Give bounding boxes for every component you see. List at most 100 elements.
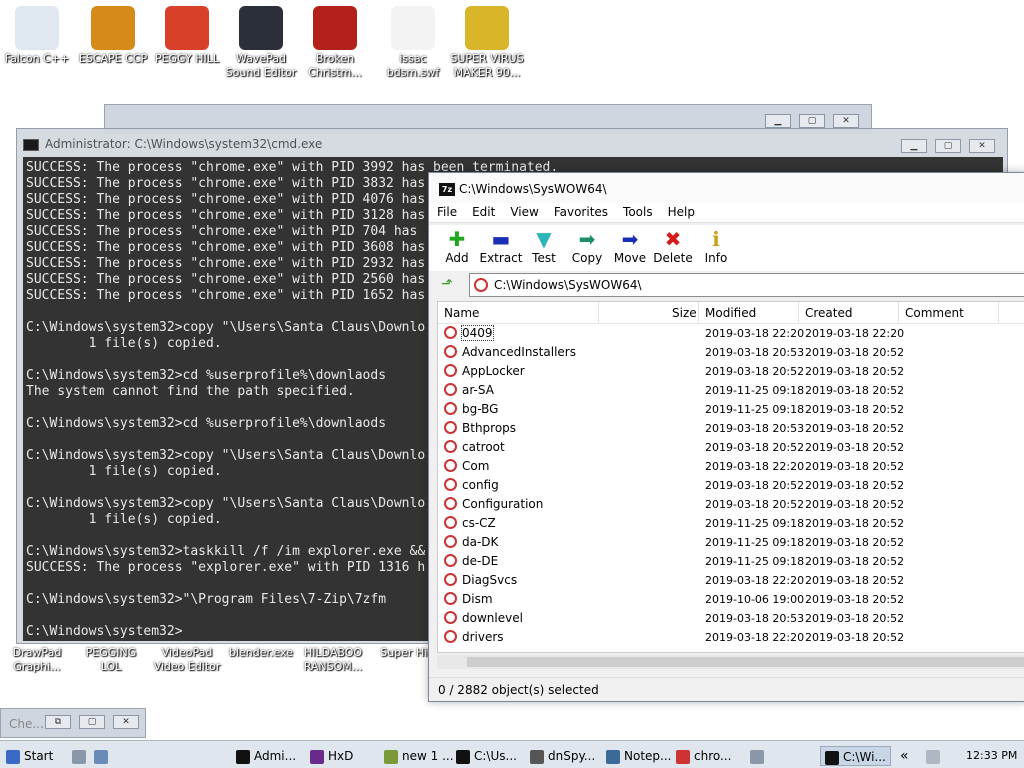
7zip-window[interactable]: 7z C:\Windows\SysWOW64\ File Edit View Favo…	[428, 172, 1024, 702]
start-icon	[6, 749, 20, 764]
file-created: 2019-03-18 20:52	[805, 631, 905, 644]
tool-extract-button[interactable]: ▬ Extract	[479, 227, 523, 265]
desktop-icon[interactable]: PEGGY HILL	[150, 6, 224, 66]
file-modified: 2019-03-18 20:52	[705, 498, 805, 511]
7zip-titlebar[interactable]: 7z C:\Windows\SysWOW64\	[429, 173, 1024, 203]
menu-edit[interactable]: Edit	[464, 203, 502, 219]
file-list[interactable]: Name Size Modified Created Comment 0409 2…	[437, 301, 1024, 653]
menu-file[interactable]: File	[429, 203, 464, 219]
minimized-window[interactable]: Che... ⧉ ▢ ✕	[0, 708, 146, 738]
clock[interactable]: 12:33 PM	[966, 746, 1017, 766]
table-row[interactable]: Bthprops 2019-03-18 20:53 2019-03-18 20:52	[438, 419, 1024, 438]
tool-delete-button[interactable]: ✖ Delete	[651, 227, 695, 265]
desktop-icon[interactable]: Broken Christm...	[298, 6, 372, 80]
table-row[interactable]: Com 2019-03-18 22:20 2019-03-18 20:52	[438, 457, 1024, 476]
table-row[interactable]: ar-SA 2019-11-25 09:18 2019-03-18 20:52	[438, 381, 1024, 400]
taskbar-item[interactable]: new 1 ...	[384, 746, 454, 766]
tool-info-button[interactable]: ℹ Info	[694, 227, 738, 265]
desktop-icon[interactable]: blender.exe	[224, 646, 298, 660]
col-name[interactable]: Name	[444, 306, 479, 320]
file-name: Bthprops	[462, 421, 517, 435]
menu-favorites[interactable]: Favorites	[546, 203, 615, 219]
desktop-icon-image	[91, 6, 135, 50]
menu-help[interactable]: Help	[660, 203, 702, 219]
taskbar-item[interactable]: Notep...	[606, 746, 671, 766]
tool-copy-button[interactable]: ➡ Copy	[565, 227, 609, 265]
col-size[interactable]: Size	[672, 306, 697, 320]
menu-tools[interactable]: Tools	[615, 203, 660, 219]
tool-test-button[interactable]: ▼ Test	[522, 227, 566, 265]
desktop-icon[interactable]: PEGGING LOL	[74, 646, 148, 674]
menu-view[interactable]: View	[502, 203, 545, 219]
table-row[interactable]: Dism 2019-10-06 19:00 2019-03-18 20:52	[438, 590, 1024, 609]
folder-icon	[444, 611, 457, 624]
desktop-icon[interactable]: ESCAPE CCP	[76, 6, 150, 66]
close-small-icon[interactable]: ✕	[113, 715, 139, 729]
taskbar-item[interactable]: C:\Us...	[456, 746, 517, 766]
desktop-icon[interactable]: WavePad Sound Editor	[224, 6, 298, 80]
cmd-maximize-icon[interactable]: ▢	[935, 139, 961, 153]
taskbar-item[interactable]: dnSpy...	[530, 746, 595, 766]
quicklaunch-desktop[interactable]	[72, 746, 90, 766]
table-row[interactable]: 0409 2019-03-18 22:20 2019-03-18 22:20	[438, 324, 1024, 343]
taskbar-item[interactable]: C:\Wi...	[820, 746, 891, 766]
desktop-icon[interactable]: SUPER VIRUS MAKER 90...	[450, 6, 524, 80]
file-modified: 2019-03-18 22:20	[705, 327, 805, 340]
maximize-icon[interactable]: ▢	[799, 114, 825, 128]
desktop-icon-image	[239, 6, 283, 50]
col-created[interactable]: Created	[805, 306, 853, 320]
file-name: AppLocker	[462, 364, 525, 378]
file-modified: 2019-03-18 22:20	[705, 460, 805, 473]
address-input[interactable]: C:\Windows\SysWOW64\	[469, 273, 1024, 297]
desktop-icon-label: Falcon C++	[4, 52, 70, 65]
restore-icon[interactable]: ⧉	[45, 715, 71, 729]
minimize-icon[interactable]: ▁	[765, 114, 791, 128]
file-name: catroot	[462, 440, 505, 454]
cmd-close-icon[interactable]: ✕	[969, 139, 995, 153]
table-row[interactable]: DiagSvcs 2019-03-18 22:20 2019-03-18 20:52	[438, 571, 1024, 590]
table-row[interactable]: da-DK 2019-11-25 09:18 2019-03-18 20:52	[438, 533, 1024, 552]
taskbar-item[interactable]: chro...	[676, 746, 731, 766]
col-modified[interactable]: Modified	[705, 306, 756, 320]
desktop-icon[interactable]: DrawPad Graphi...	[0, 646, 74, 674]
maximize-small-icon[interactable]: ▢	[79, 715, 105, 729]
table-row[interactable]: catroot 2019-03-18 20:52 2019-03-18 20:52	[438, 438, 1024, 457]
quicklaunch-explorer[interactable]	[94, 746, 112, 766]
desktop-icon[interactable]: Falcon C++	[0, 6, 74, 66]
cmd-minimize-icon[interactable]: ▁	[901, 139, 927, 153]
table-row[interactable]: de-DE 2019-11-25 09:18 2019-03-18 20:52	[438, 552, 1024, 571]
table-row[interactable]: config 2019-03-18 20:52 2019-03-18 20:52	[438, 476, 1024, 495]
desktop-icon[interactable]: HILDABOO RANSOM...	[296, 646, 370, 674]
folder-icon	[444, 440, 457, 453]
file-name: Dism	[462, 592, 493, 606]
start-button[interactable]: Start	[6, 746, 53, 766]
file-modified: 2019-03-18 22:20	[705, 631, 805, 644]
table-row[interactable]: AppLocker 2019-03-18 20:52 2019-03-18 20:5…	[438, 362, 1024, 381]
col-comment[interactable]: Comment	[905, 306, 964, 320]
desktop-icon-label: SUPER VIRUS MAKER 90...	[450, 52, 524, 79]
up-folder-icon[interactable]: ⬏	[437, 276, 457, 294]
table-row[interactable]: Configuration 2019-03-18 20:52 2019-03-18 …	[438, 495, 1024, 514]
file-modified: 2019-10-06 19:00	[705, 593, 805, 606]
taskbar-item[interactable]: HxD	[310, 746, 353, 766]
file-created: 2019-03-18 20:52	[805, 555, 905, 568]
desktop-icon[interactable]: VideoPad Video Editor	[150, 646, 224, 674]
table-row[interactable]: drivers 2019-03-18 22:20 2019-03-18 20:52	[438, 628, 1024, 647]
table-row[interactable]: bg-BG 2019-11-25 09:18 2019-03-18 20:52	[438, 400, 1024, 419]
taskbar-item-label: C:\Wi...	[843, 750, 886, 764]
table-row[interactable]: cs-CZ 2019-11-25 09:18 2019-03-18 20:52	[438, 514, 1024, 533]
copy-label: Copy	[571, 251, 603, 265]
taskbar-item[interactable]: Admi...	[236, 746, 296, 766]
tray-expand-icon[interactable]: «	[900, 746, 909, 766]
tool-move-button[interactable]: ➡ Move	[608, 227, 652, 265]
table-row[interactable]: AdvancedInstallers 2019-03-18 20:53 2019-0…	[438, 343, 1024, 362]
close-icon[interactable]: ✕	[833, 114, 859, 128]
tool-add-button[interactable]: ✚ Add	[435, 227, 479, 265]
table-row[interactable]: downlevel 2019-03-18 20:53 2019-03-18 20:5…	[438, 609, 1024, 628]
horizontal-scrollbar[interactable]	[437, 655, 1024, 669]
tray-app-icon	[750, 749, 764, 764]
file-name: da-DK	[462, 535, 499, 549]
desktop-icon[interactable]: issac bdsm.swf	[376, 6, 450, 80]
scroll-thumb[interactable]	[467, 657, 1024, 667]
taskbar-tray-app[interactable]	[750, 746, 768, 766]
